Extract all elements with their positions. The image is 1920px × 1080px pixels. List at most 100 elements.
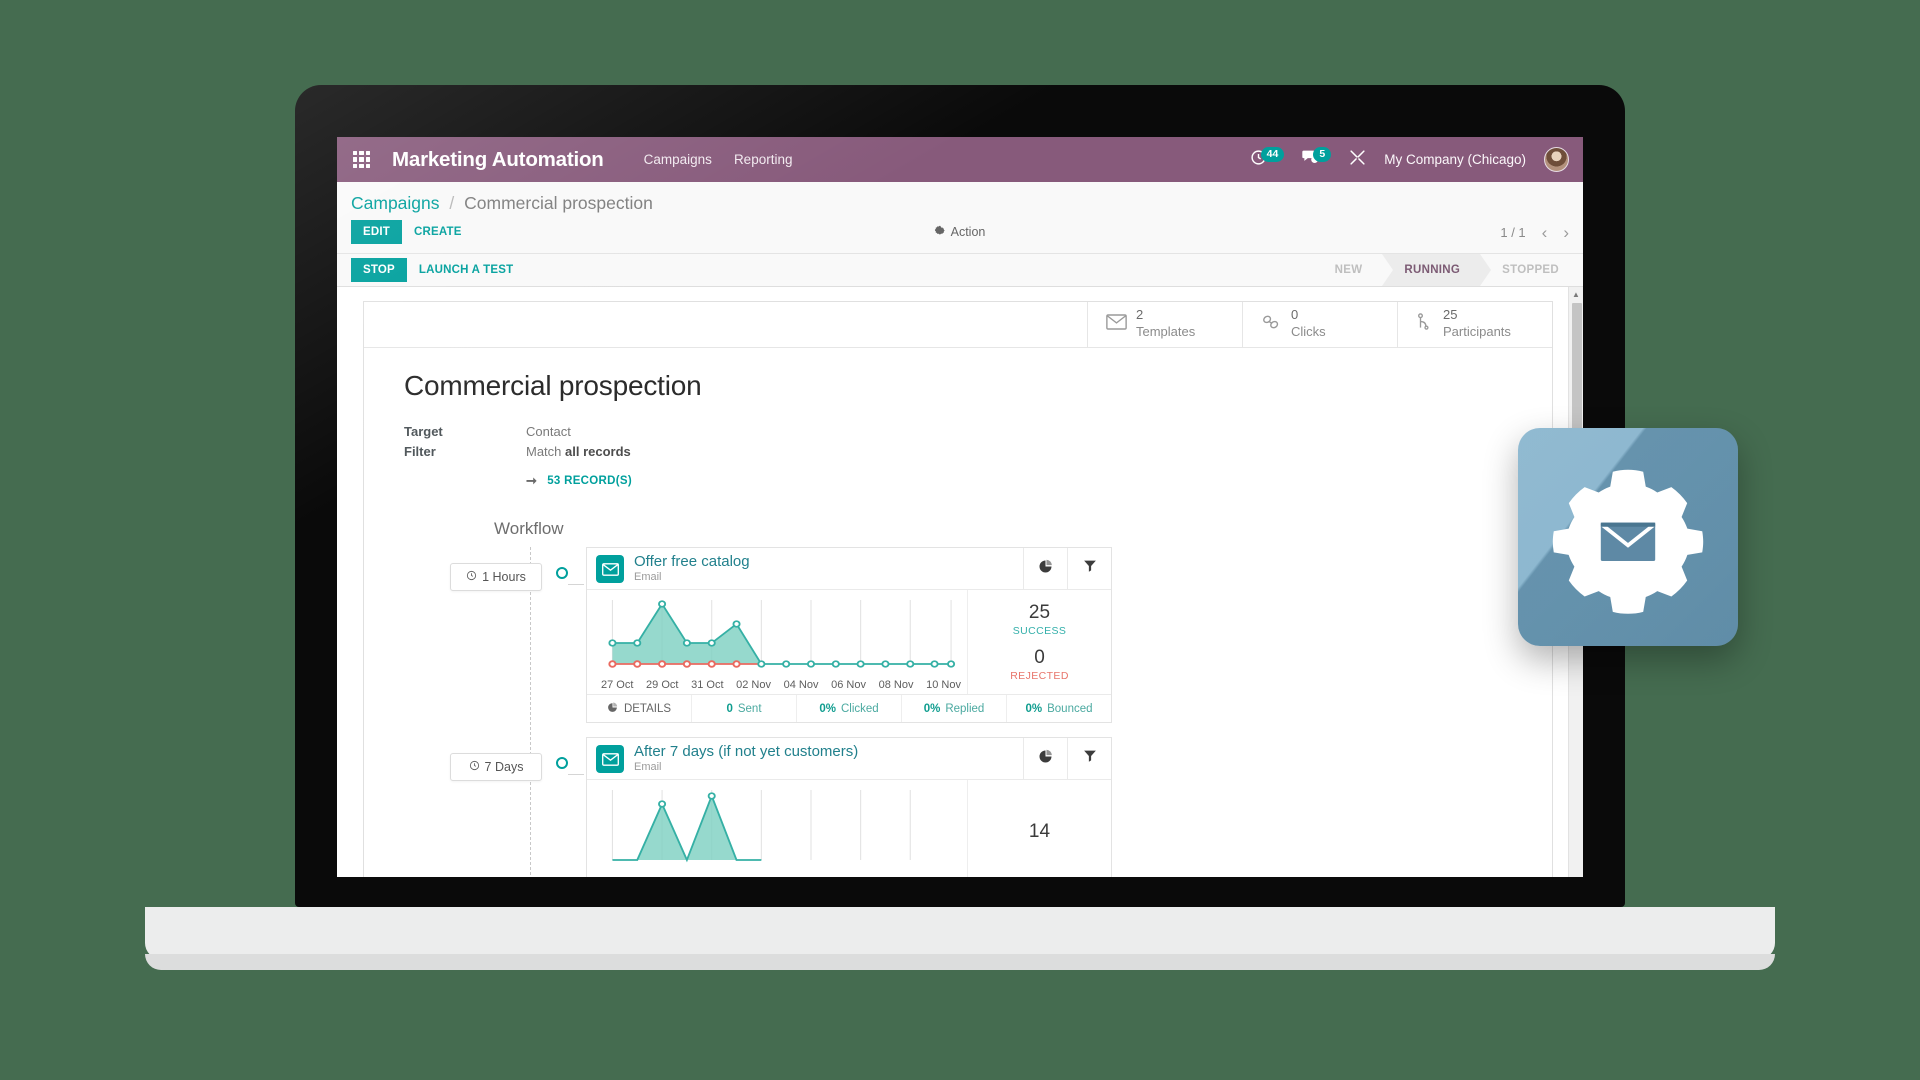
status-row: STOP LAUNCH A TEST NEW RUNNING STOPPED [337,254,1583,287]
bounced-label-1: Bounced [1047,702,1093,715]
workflow-activity-2: 7 Days After 7 days (if not yet customer… [450,737,1512,877]
arrow-right-icon: ➞ [526,473,538,488]
company-name[interactable]: My Company (Chicago) [1384,152,1526,167]
action-label: Action [950,225,986,239]
field-list: Target Contact Filter Match all records … [404,424,1512,489]
activity-delay-label-2: 7 Days [484,760,524,774]
workflow-body: 1 Hours Offer free catalog Email 27 Oct … [404,547,1512,877]
laptop-base [145,907,1775,959]
x-tick-2: 31 Oct [691,679,724,691]
x-tick-7: 10 Nov [926,679,961,691]
triangle-up-icon[interactable]: ▲ [1569,287,1583,302]
app-brand-title: Marketing Automation [392,147,604,171]
stat-buttons: 2 Templates 0 Clicks 25 Participants [364,302,1552,348]
activity-stats-button-2[interactable] [1023,738,1067,779]
workflow-connector-1 [568,567,584,585]
activity-delay-label-1: 1 Hours [482,570,526,584]
status-stopped[interactable]: STOPPED [1480,254,1579,286]
messaging-menu[interactable]: 5 [1302,147,1332,170]
field-label-target: Target [404,424,443,439]
details-button-1[interactable]: DETAILS [587,695,691,722]
pie-chart-icon [607,702,618,716]
field-row-target: Target Contact [404,424,1512,439]
activity-menu[interactable]: 44 [1250,147,1285,171]
create-button[interactable]: CREATE [402,220,474,244]
replied-value-1: 0% [923,702,941,715]
sent-label-1: Sent [737,702,762,715]
workflow-activity-1: 1 Hours Offer free catalog Email 27 Oct … [450,547,1512,723]
x-tick-0: 27 Oct [601,679,634,691]
breadcrumb-current: Commercial prospection [464,193,653,213]
laptop-screen: Marketing Automation Campaigns Reporting… [337,137,1583,877]
x-tick-4: 04 Nov [783,679,819,691]
funnel-icon [1083,749,1097,768]
kpi-success-value-2: 14 [1028,821,1051,842]
action-menu[interactable]: Action [934,225,986,239]
activity-card-header-2: After 7 days (if not yet customers) Emai… [587,738,1111,780]
activity-filter-button-2[interactable] [1067,738,1111,779]
details-label-1: DETAILS [623,702,672,715]
activity-kpis-1: 25 SUCCESS 0 REJECTED [967,590,1111,694]
activity-delay-2[interactable]: 7 Days [450,753,542,781]
delivery-area-chart-1 [608,600,956,668]
kpi-rejected-value-1: 0 [1034,647,1045,668]
envelope-icon [596,555,624,583]
breadcrumb-campaigns[interactable]: Campaigns [351,193,440,213]
avatar[interactable] [1544,147,1569,172]
activity-footer-1: DETAILS 0 Sent 0% Clicked 0% Replied 0% … [587,694,1111,722]
status-running[interactable]: RUNNING [1382,254,1491,286]
clicked-stat-1[interactable]: 0% Clicked [796,695,901,722]
activity-card-header-1: Offer free catalog Email [587,548,1111,590]
wrench-screwdriver-icon[interactable] [1349,149,1366,171]
sent-value-1: 0 [726,702,733,715]
chart-x-axis-labels-1: 27 Oct 29 Oct 31 Oct 02 Nov 04 Nov 06 No… [597,679,961,691]
nav-menu: Campaigns Reporting [644,152,793,167]
pie-chart-icon [1038,749,1053,769]
activity-count-badge: 44 [1260,147,1285,162]
status-bar: NEW RUNNING STOPPED [1313,254,1583,286]
stat-button-participants[interactable]: 25 Participants [1397,302,1552,347]
activity-filter-button-1[interactable] [1067,548,1111,589]
record-sheet: 2 Templates 0 Clicks 25 Participants Com… [363,301,1553,877]
bounced-stat-1[interactable]: 0% Bounced [1006,695,1111,722]
activity-subtitle-1: Email [634,570,662,583]
records-count-label: 53 RECORD(S) [547,475,632,487]
activity-delay-1[interactable]: 1 Hours [450,563,542,591]
stat-button-templates[interactable]: 2 Templates [1087,302,1242,347]
stat-button-clicks[interactable]: 0 Clicks [1242,302,1397,347]
nav-item-reporting[interactable]: Reporting [734,152,793,167]
status-new[interactable]: NEW [1313,254,1383,286]
edit-button[interactable]: EDIT [351,220,402,244]
workflow-node-dot-1 [556,567,568,579]
filter-match-bold: all records [565,444,631,459]
breadcrumb-separator: / [449,193,455,213]
apps-grid-icon[interactable] [353,151,370,168]
gear-with-envelope-glyph [1552,469,1704,614]
launch-a-test-button[interactable]: LAUNCH A TEST [407,254,525,286]
activity-card-2: After 7 days (if not yet customers) Emai… [586,737,1112,877]
replied-stat-1[interactable]: 0% Replied [901,695,1006,722]
nav-item-campaigns[interactable]: Campaigns [644,152,712,167]
stat-label-participants: Participants [1443,323,1511,339]
activity-chart-2 [587,780,967,877]
sent-stat-1[interactable]: 0 Sent [691,695,796,722]
activity-title-1[interactable]: Offer free catalog [634,553,1023,571]
activity-card-body-1: 27 Oct 29 Oct 31 Oct 02 Nov 04 Nov 06 No… [587,590,1111,694]
breadcrumb: Campaigns / Commercial prospection [351,182,1569,220]
control-panel: Campaigns / Commercial prospection EDIT … [337,182,1583,254]
activity-stats-button-1[interactable] [1023,548,1067,589]
chevron-left-icon[interactable]: ‹ [1542,224,1548,241]
kpi-success-value-1: 25 [1028,602,1051,623]
field-label-filter: Filter [404,444,436,459]
activity-card-1: Offer free catalog Email 27 Oct 29 Oct 3… [586,547,1112,723]
records-count-link[interactable]: ➞ 53 RECORD(S) [526,473,1512,489]
stop-button[interactable]: STOP [351,258,407,282]
form-view-content: 2 Templates 0 Clicks 25 Participants Com… [337,287,1583,877]
envelope-icon [596,745,624,773]
delivery-area-chart-2 [611,790,952,863]
pie-chart-icon [1038,559,1053,579]
clicked-label-1: Clicked [840,702,879,715]
activity-title-2[interactable]: After 7 days (if not yet customers) [634,743,1023,761]
stat-label-templates: Templates [1136,323,1196,339]
chevron-right-icon[interactable]: › [1563,224,1569,241]
